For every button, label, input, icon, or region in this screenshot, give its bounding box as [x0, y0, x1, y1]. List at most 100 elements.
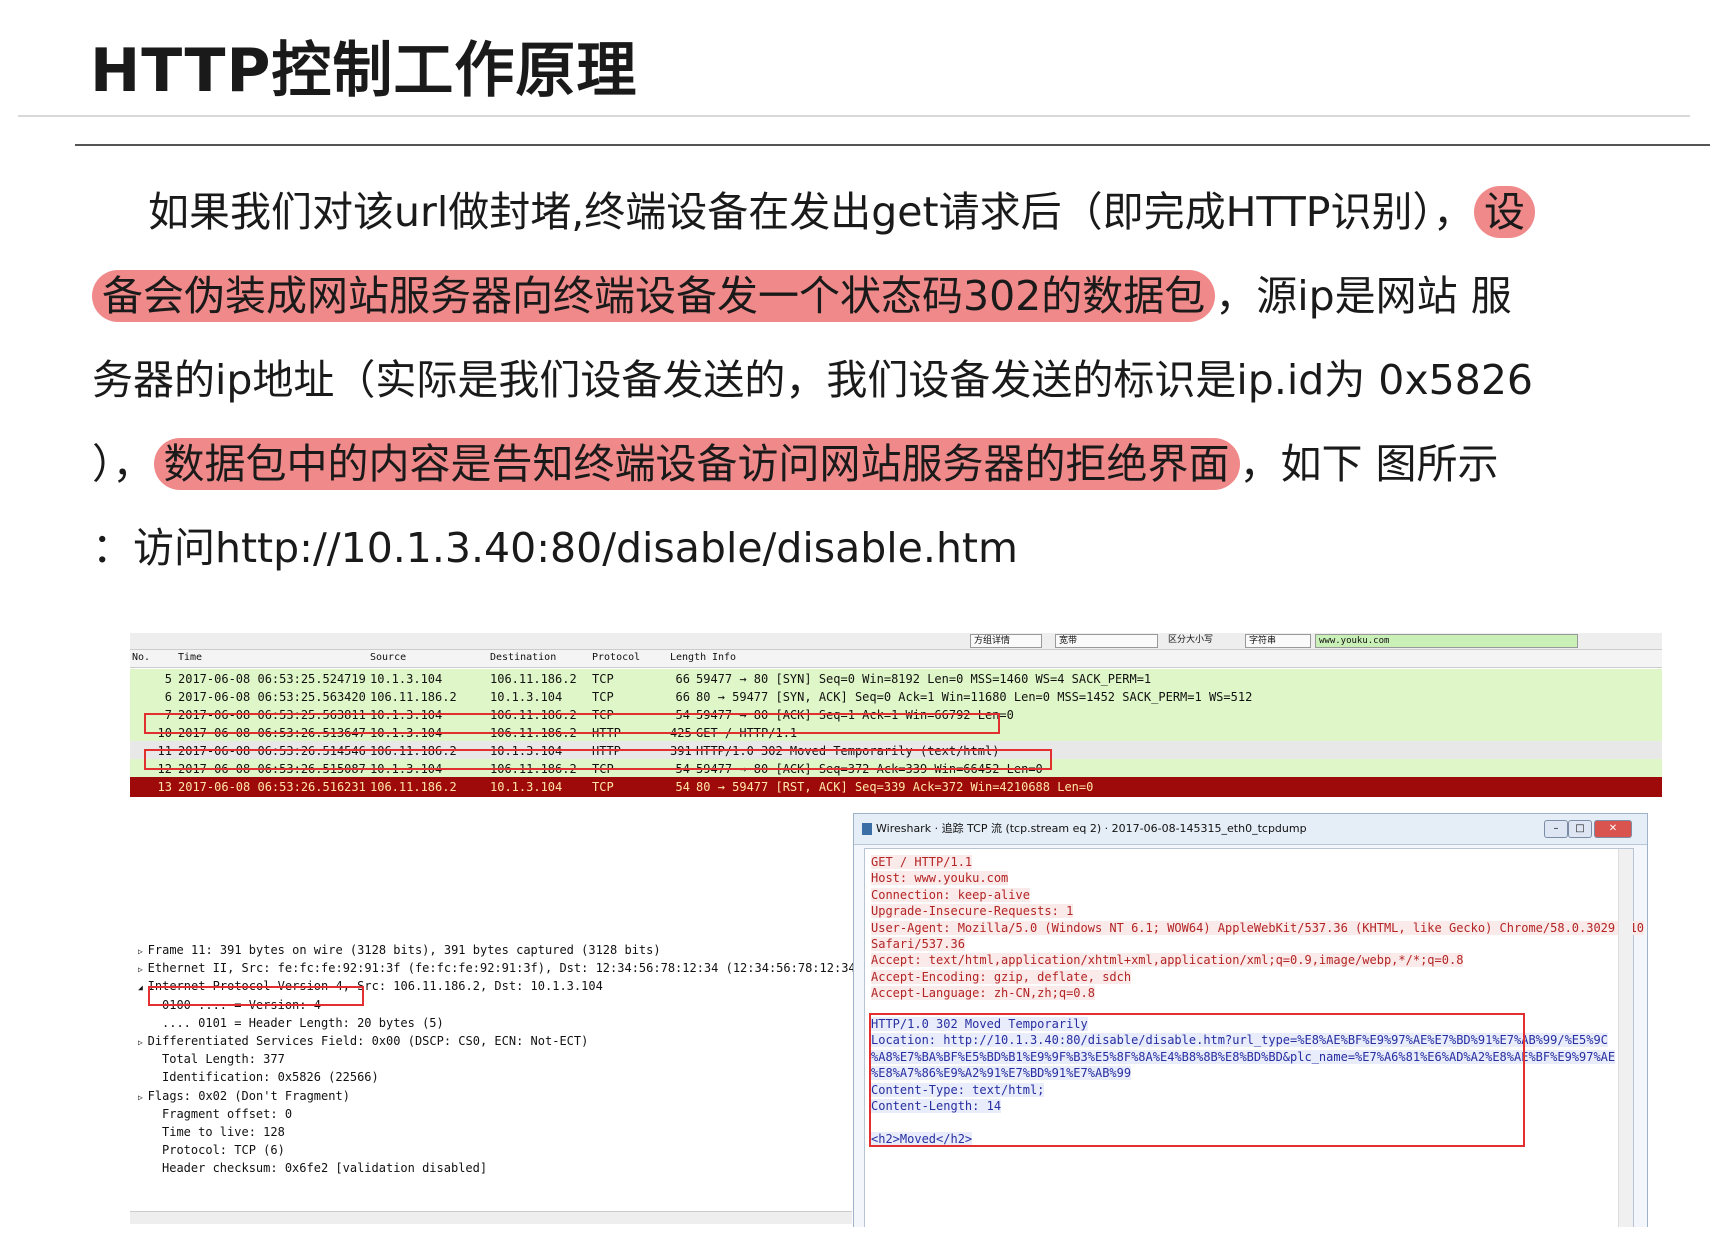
column-source[interactable]: Source — [370, 652, 406, 663]
packet-info: 80 → 59477 [RST, ACK] Seq=339 Ack=372 Wi… — [696, 780, 1094, 794]
packet-row[interactable]: 6 2017-06-08 06:53:25.563420 106.11.186.2 1… — [130, 687, 1662, 707]
paragraph-line-1: 如果我们对该url做封堵,终端设备在发出get请求后（即完成HTTP识别），设 — [92, 170, 1712, 254]
request-line: User-Agent: Mozilla/5.0 (Windows NT 6.1;… — [871, 920, 1645, 935]
request-line: Safari/537.36 — [871, 937, 965, 951]
request-line: GET / HTTP/1.1 — [871, 855, 973, 869]
window-titlebar: Wireshark · 追踪 TCP 流 (tcp.stream eq 2) ·… — [854, 814, 1647, 845]
detail-text: Header checksum: 0x6fe2 [validation disa… — [162, 1161, 488, 1176]
highlight-box-identification — [148, 986, 364, 1006]
maximize-icon[interactable]: □ — [1568, 820, 1592, 838]
detail-text: Fragment offset: 0 — [162, 1106, 293, 1121]
packet-info: 59477 → 80 [SYN] Seq=0 Win=8192 Len=0 MS… — [696, 672, 1152, 686]
paragraph-line-2: 备会伪装成网站服务器向终端设备发一个状态码302的数据包 ，源ip是网站 服 — [92, 254, 1712, 338]
close-icon[interactable]: ✕ — [1594, 820, 1632, 838]
packet-time: 2017-06-08 06:53:25.524719 — [178, 672, 366, 686]
packet-time: 2017-06-08 06:53:26.516231 — [178, 780, 366, 794]
case-sensitive-checkbox[interactable]: 区分大小写 — [1165, 634, 1241, 646]
wireshark-icon — [862, 823, 872, 835]
highlight-text: 设 — [1474, 186, 1536, 238]
detail-text: Differentiated Services Field: 0x00 (DSC… — [147, 1034, 589, 1048]
paragraph-line-4: ）， 数据包中的内容是告知终端设备访问网站服务器的拒绝界面 ，如下 图所示 — [92, 422, 1712, 506]
paragraph-line-3: 务器的ip地址（实际是我们设备发送的，我们设备发送的标识是ip.id为 0x58… — [92, 356, 1534, 404]
minimize-icon[interactable]: – — [1544, 820, 1568, 838]
highlight-box-response — [869, 1013, 1525, 1147]
paragraph-text: ，源ip是网站 服 — [1215, 272, 1512, 320]
follow-tcp-stream-window: Wireshark · 追踪 TCP 流 (tcp.stream eq 2) ·… — [853, 813, 1648, 1227]
packet-time: 2017-06-08 06:53:25.563420 — [178, 690, 366, 704]
packet-list-header: No. Time Source Destination Protocol Len… — [130, 650, 1662, 668]
packet-destination: 10.1.3.104 — [490, 780, 563, 794]
collapsed-arrow-icon[interactable]: ▷ — [138, 1093, 148, 1102]
collapsed-arrow-icon[interactable]: ▷ — [138, 947, 148, 956]
column-time[interactable]: Time — [178, 652, 202, 663]
detail-text: Time to live: 128 — [162, 1125, 285, 1139]
packet-protocol: TCP — [592, 690, 614, 704]
detail-line[interactable]: Fragment offset: 0 — [162, 1107, 292, 1121]
packet-row[interactable]: 5 2017-06-08 06:53:25.524719 10.1.3.104 106… — [130, 669, 1662, 689]
detail-line[interactable]: Protocol: TCP (6) — [162, 1143, 285, 1157]
column-no[interactable]: No. — [132, 652, 150, 663]
packet-source: 106.11.186.2 — [370, 690, 457, 704]
packet-row[interactable]: 13 2017-06-08 06:53:26.516231 106.11.186.2… — [130, 777, 1662, 797]
collapsed-arrow-icon[interactable]: ▷ — [138, 1038, 148, 1047]
vertical-scrollbar[interactable] — [1618, 849, 1633, 1227]
search-scope-select[interactable]: 方组详情 — [970, 634, 1042, 648]
detail-text: Total Length: 377 — [162, 1052, 285, 1067]
paragraph-text: ）， — [92, 440, 154, 488]
detail-text: Protocol: TCP (6) — [162, 1143, 285, 1158]
detail-text: Flags: 0x02 (Don't Fragment) — [147, 1088, 350, 1103]
highlight-text: 备会伪装成网站服务器向终端设备发一个状态码302的数据包 — [92, 270, 1216, 322]
request-line: Host: www.youku.com — [871, 871, 1009, 886]
packet-no: 13 — [157, 780, 172, 794]
packet-length: 66 — [675, 672, 690, 686]
wireshark-screenshot: 方组详情 宽带 区分大小写 字符串 www.youku.com No. Time… — [130, 633, 1662, 1227]
column-destination[interactable]: Destination — [490, 652, 556, 663]
paragraph-line-5: ：访问http://10.1.3.40:80/disable/disable.h… — [92, 524, 1018, 572]
filter-toolbar: 方组详情 宽带 区分大小写 字符串 www.youku.com — [130, 633, 1662, 650]
column-info[interactable]: Info — [712, 652, 736, 663]
detail-line[interactable]: ▷ Flags: 0x02 (Don't Fragment) — [138, 1089, 350, 1103]
detail-text: Identification: 0x5826 (22566) — [162, 1070, 379, 1085]
packet-destination: 10.1.3.104 — [490, 690, 563, 704]
packet-no: 5 — [164, 672, 172, 686]
collapsed-arrow-icon[interactable]: ▷ — [138, 965, 148, 974]
detail-line[interactable]: Time to live: 128 — [162, 1125, 285, 1139]
detail-line[interactable]: Total Length: 377 — [162, 1052, 285, 1066]
stream-content: GET / HTTP/1.1 Host: www.youku.com Connect… — [864, 848, 1645, 1227]
packet-source: 106.11.186.2 — [370, 780, 457, 794]
detail-line[interactable]: ▷ Differentiated Services Field: 0x00 (D… — [138, 1034, 588, 1048]
detail-line[interactable]: ▷ Ethernet II, Src: fe:fc:fe:92:91:3f (f… — [138, 961, 863, 975]
packet-source: 10.1.3.104 — [370, 672, 443, 686]
detail-line[interactable]: ▷ Frame 11: 391 bytes on wire (3128 bits… — [138, 943, 661, 957]
column-length[interactable]: Length — [670, 652, 706, 663]
request-line: Accept: text/html,application/xhtml+xml,… — [871, 953, 1464, 968]
highlight-text: 数据包中的内容是告知终端设备访问网站服务器的拒绝界面 — [153, 438, 1240, 490]
detail-line[interactable]: .... 0101 = Header Length: 20 bytes (5) — [162, 1016, 444, 1030]
explanation-paragraph: 如果我们对该url做封堵,终端设备在发出get请求后（即完成HTTP识别），设 … — [92, 170, 1712, 590]
packet-length: 66 — [675, 690, 690, 704]
packet-destination: 106.11.186.2 — [490, 672, 577, 686]
title-divider — [18, 115, 1690, 117]
horizontal-scrollbar[interactable] — [130, 1211, 852, 1224]
packet-details-pane: ▷ Frame 11: 391 bytes on wire (3128 bits… — [130, 936, 863, 1221]
detail-text: Frame 11: 391 bytes on wire (3128 bits),… — [147, 943, 661, 957]
charset-select[interactable]: 宽带 — [1055, 634, 1158, 648]
packet-length: 54 — [675, 780, 690, 794]
detail-text: Ethernet II, Src: fe:fc:fe:92:91:3f (fe:… — [147, 961, 863, 976]
expanded-arrow-icon[interactable]: ◢ — [138, 983, 148, 992]
search-type-select[interactable]: 字符串 — [1245, 634, 1311, 648]
search-input[interactable]: www.youku.com — [1315, 634, 1578, 648]
packet-info: 80 → 59477 [SYN, ACK] Seq=0 Ack=1 Win=11… — [696, 690, 1253, 704]
paragraph-text: 如果我们对该url做封堵,终端设备在发出get请求后（即完成HTTP识别）， — [148, 188, 1475, 236]
detail-text: .... 0101 = Header Length: 20 bytes (5) — [162, 1015, 444, 1030]
detail-line[interactable]: Identification: 0x5826 (22566) — [162, 1070, 379, 1084]
request-line: Connection: keep-alive — [871, 887, 1030, 902]
window-title: Wireshark · 追踪 TCP 流 (tcp.stream eq 2) ·… — [876, 822, 1307, 835]
request-line: Upgrade-Insecure-Requests: 1 — [871, 904, 1074, 919]
content-divider — [75, 144, 1710, 146]
packet-protocol: TCP — [592, 672, 614, 686]
detail-line[interactable]: Header checksum: 0x6fe2 [validation disa… — [162, 1161, 487, 1175]
column-protocol[interactable]: Protocol — [592, 652, 640, 663]
page-title: HTTP控制工作原理 — [90, 36, 638, 106]
highlight-box-rst — [144, 749, 1052, 770]
